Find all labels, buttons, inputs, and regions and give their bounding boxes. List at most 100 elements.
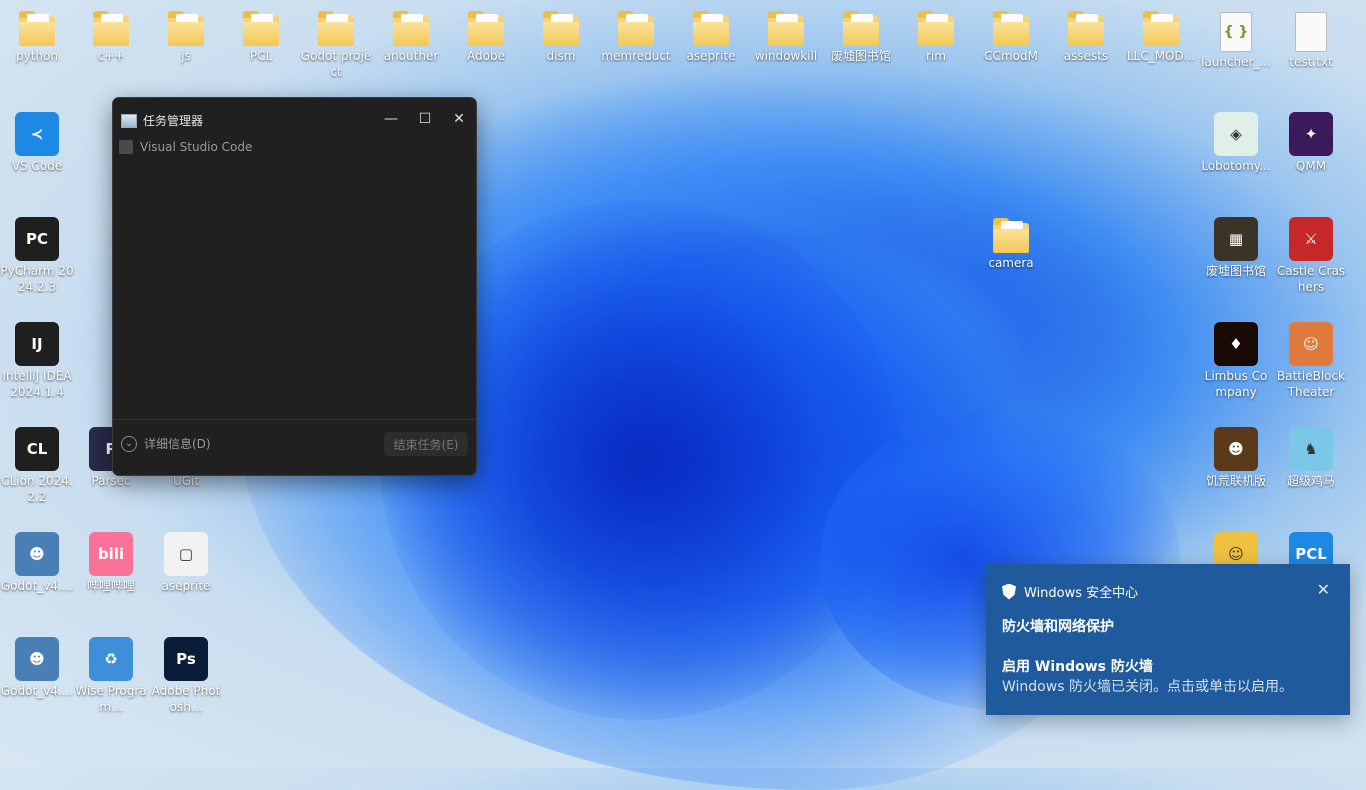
desktop-icon[interactable]: ✦ QMM bbox=[1274, 112, 1348, 174]
desktop-icon-label: Wise Program... bbox=[75, 684, 147, 714]
desktop-icon-label: 超级鸡马 bbox=[1286, 474, 1335, 488]
folder-icon bbox=[19, 11, 55, 46]
desktop-icon[interactable]: { } launcher_... bbox=[1199, 10, 1273, 70]
desktop-icon-label: camera bbox=[988, 256, 1034, 270]
notification-header: Windows 安全中心 bbox=[1002, 582, 1138, 601]
desktop-icon[interactable]: CL CLion 2024.2.2 bbox=[0, 427, 74, 505]
desktop-icon[interactable]: windowkill bbox=[749, 10, 823, 64]
desktop-icon[interactable]: CCmodM bbox=[974, 10, 1048, 64]
app-icon: CL bbox=[15, 427, 59, 471]
desktop-icon[interactable]: ⚔ Castle Crashers bbox=[1274, 217, 1348, 295]
file-icon: { } bbox=[1220, 12, 1252, 52]
folder-icon bbox=[1143, 11, 1179, 46]
close-button[interactable]: ✕ bbox=[442, 106, 476, 132]
app-icon: Ps bbox=[164, 637, 208, 681]
desktop-icon-label: Lobotomy... bbox=[1201, 159, 1271, 173]
app-icon: bili bbox=[89, 532, 133, 576]
desktop-icon[interactable]: bili 哔哩哔哩 bbox=[74, 532, 148, 594]
app-icon: IJ bbox=[15, 322, 59, 366]
desktop-icon-label: dism bbox=[546, 49, 576, 63]
desktop-icon-label: aseprite bbox=[686, 49, 736, 63]
desktop-icon[interactable]: ☻ 饥荒联机版 bbox=[1199, 427, 1273, 489]
desktop-icon[interactable]: aseprite bbox=[674, 10, 748, 64]
folder-icon bbox=[843, 11, 879, 46]
app-icon: ☺ bbox=[1289, 322, 1333, 366]
desktop-icon[interactable]: ☻ Godot_v4.... bbox=[0, 637, 74, 699]
details-button[interactable]: ⌄ 详细信息(D) bbox=[121, 435, 211, 452]
process-icon bbox=[119, 140, 133, 154]
desktop-icon-label: memreduct bbox=[601, 49, 671, 63]
app-icon: ☻ bbox=[1214, 427, 1258, 471]
desktop-icon[interactable]: PC PyCharm 2024.2.3 bbox=[0, 217, 74, 295]
app-icon: ☻ bbox=[15, 532, 59, 576]
desktop-icon-label: 废墟图书馆 bbox=[1205, 264, 1266, 278]
shield-icon bbox=[1002, 583, 1016, 600]
desktop-icon-label: js bbox=[181, 49, 191, 63]
maximize-button[interactable]: ☐ bbox=[408, 106, 442, 132]
desktop-icon[interactable]: ≺ VS Code bbox=[0, 112, 74, 174]
folder-icon bbox=[93, 11, 129, 46]
desktop-icon-label: test.txt bbox=[1289, 55, 1333, 69]
desktop-icon[interactable]: ♞ 超级鸡马 bbox=[1274, 427, 1348, 489]
desktop-icon[interactable]: camera bbox=[974, 217, 1048, 271]
desktop-icon-label: 哔哩哔哩 bbox=[86, 579, 135, 593]
window-title: 任务管理器 bbox=[143, 114, 204, 128]
end-task-button[interactable]: 结束任务(E) bbox=[384, 432, 468, 456]
desktop-icon[interactable]: memreduct bbox=[599, 10, 673, 64]
desktop-icon-label: LLC_MOD... bbox=[1126, 49, 1196, 63]
desktop-icon[interactable]: anouther bbox=[374, 10, 448, 64]
app-icon: ◈ bbox=[1214, 112, 1258, 156]
desktop-icon-label: rim bbox=[926, 49, 946, 63]
desktop-icon[interactable]: PCL bbox=[224, 10, 298, 64]
desktop-icon[interactable]: ☻ Godot_v4.... bbox=[0, 532, 74, 594]
window-controls: — ☐ ✕ bbox=[374, 106, 476, 132]
desktop-icon[interactable]: Ps Adobe Photosh... bbox=[149, 637, 223, 715]
app-icon: PC bbox=[15, 217, 59, 261]
task-manager-window[interactable]: 任务管理器 — ☐ ✕ Visual Studio Code ⌄ 详细信息(D)… bbox=[112, 97, 477, 476]
security-notification[interactable]: Windows 安全中心 ✕ 防火墙和网络保护 启用 Windows 防火墙 W… bbox=[986, 564, 1350, 715]
window-title-bar[interactable]: 任务管理器 bbox=[121, 112, 203, 129]
minimize-button[interactable]: — bbox=[374, 106, 408, 132]
notification-close-button[interactable]: ✕ bbox=[1317, 580, 1330, 599]
app-icon: ♻ bbox=[89, 637, 133, 681]
desktop-icon[interactable]: rim bbox=[899, 10, 973, 64]
desktop-icon[interactable]: ◈ Lobotomy... bbox=[1199, 112, 1273, 174]
folder-icon bbox=[768, 11, 804, 46]
desktop-icon[interactable]: c++ bbox=[74, 10, 148, 64]
desktop-icon[interactable]: ▢ aseprite bbox=[149, 532, 223, 594]
app-icon: ♦ bbox=[1214, 322, 1258, 366]
notification-app-name: Windows 安全中心 bbox=[1024, 586, 1139, 601]
desktop-icon[interactable]: ☺ BattleBlock Theater bbox=[1274, 322, 1348, 400]
desktop-icon[interactable]: assests bbox=[1049, 10, 1123, 64]
desktop-icon[interactable]: python bbox=[0, 10, 74, 64]
desktop-icon[interactable]: ♻ Wise Program... bbox=[74, 637, 148, 715]
desktop-icon[interactable]: LLC_MOD... bbox=[1124, 10, 1198, 64]
desktop-icon-label: QMM bbox=[1295, 159, 1327, 173]
folder-icon bbox=[468, 11, 504, 46]
desktop-icon-label: python bbox=[16, 49, 58, 63]
folder-icon bbox=[393, 11, 429, 46]
folder-icon bbox=[543, 11, 579, 46]
process-row[interactable]: Visual Studio Code bbox=[119, 140, 252, 154]
desktop-icon-label: Godot project bbox=[300, 49, 372, 79]
desktop-icon-label: 饥荒联机版 bbox=[1205, 474, 1266, 488]
desktop-icon[interactable]: Adobe bbox=[449, 10, 523, 64]
folder-icon bbox=[318, 11, 354, 46]
desktop-icon[interactable]: Godot project bbox=[299, 10, 373, 80]
desktop-icon[interactable]: test.txt bbox=[1274, 10, 1348, 70]
desktop-icon[interactable]: ♦ Limbus Company bbox=[1199, 322, 1273, 400]
desktop-icon-label: CLion 2024.2.2 bbox=[1, 474, 73, 504]
desktop-icon-label: 废墟图书馆 bbox=[830, 49, 891, 63]
desktop-icon[interactable]: dism bbox=[524, 10, 598, 64]
desktop-icon[interactable]: ▦ 废墟图书馆 bbox=[1199, 217, 1273, 279]
folder-icon bbox=[243, 11, 279, 46]
desktop-icon-label: IntelliJ IDEA 2024.1.4 bbox=[2, 369, 72, 399]
app-icon: ▢ bbox=[164, 532, 208, 576]
desktop-icon-label: Godot_v4.... bbox=[0, 684, 74, 698]
desktop-icon[interactable]: 废墟图书馆 bbox=[824, 10, 898, 64]
desktop-icon[interactable]: IJ IntelliJ IDEA 2024.1.4 bbox=[0, 322, 74, 400]
desktop-icon[interactable]: js bbox=[149, 10, 223, 64]
notification-body: Windows 防火墙已关闭。点击或单击以启用。 bbox=[1002, 679, 1293, 695]
folder-icon bbox=[993, 218, 1029, 253]
app-icon: ♞ bbox=[1289, 427, 1333, 471]
